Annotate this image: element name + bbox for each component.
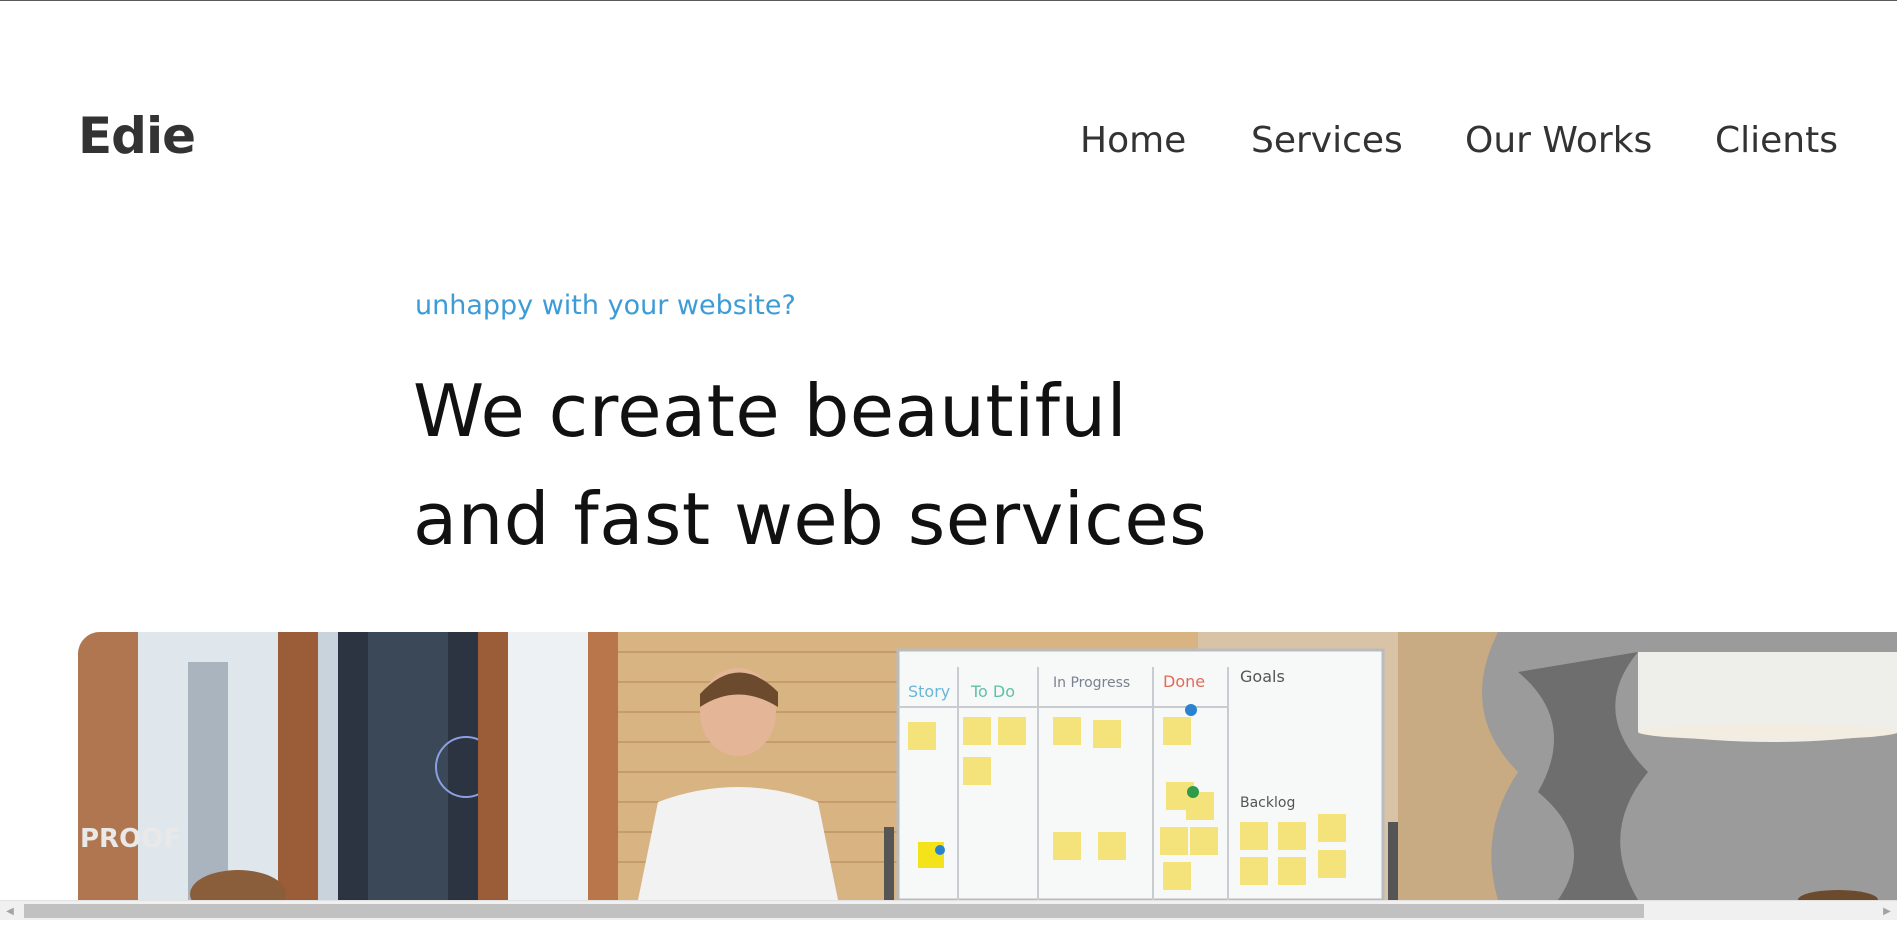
hero-photo: PROOF Story To Do In Progress Done Goals… — [78, 632, 1897, 900]
site-logo[interactable]: Edie — [78, 106, 196, 166]
nav-link-services[interactable]: Services — [1251, 117, 1403, 165]
nav-link-home[interactable]: Home — [1080, 117, 1186, 165]
chevron-right-icon[interactable]: ▶ — [1877, 901, 1897, 921]
site-header: Edie Home Services Our Works Clients — [0, 0, 1897, 200]
nav-link-our-works[interactable]: Our Works — [1465, 117, 1652, 165]
hero-title: We create beautiful and fast web service… — [413, 357, 1413, 573]
board-backlog: Backlog — [1240, 795, 1295, 811]
wall-text: PROOF — [80, 824, 181, 854]
board-header-goals: Goals — [1240, 667, 1285, 686]
chevron-left-icon[interactable]: ◀ — [0, 901, 20, 921]
scrollbar-thumb[interactable] — [24, 904, 1644, 918]
board-header-done: Done — [1163, 672, 1205, 691]
horizontal-scrollbar[interactable]: ◀ ▶ — [0, 900, 1897, 920]
hero-title-line-1: We create beautiful — [413, 369, 1128, 453]
window-bottom-strip — [0, 920, 1897, 925]
board-header-todo: To Do — [970, 682, 1015, 701]
board-header-in-progress: In Progress — [1053, 675, 1130, 691]
board-header-story: Story — [908, 682, 950, 701]
nav-link-clients[interactable]: Clients — [1715, 117, 1838, 165]
hero-eyebrow: unhappy with your website? — [415, 290, 796, 321]
hero-title-line-2: and fast web services — [413, 477, 1208, 561]
office-meeting-illustration: PROOF Story To Do In Progress Done Goals… — [78, 632, 1897, 900]
